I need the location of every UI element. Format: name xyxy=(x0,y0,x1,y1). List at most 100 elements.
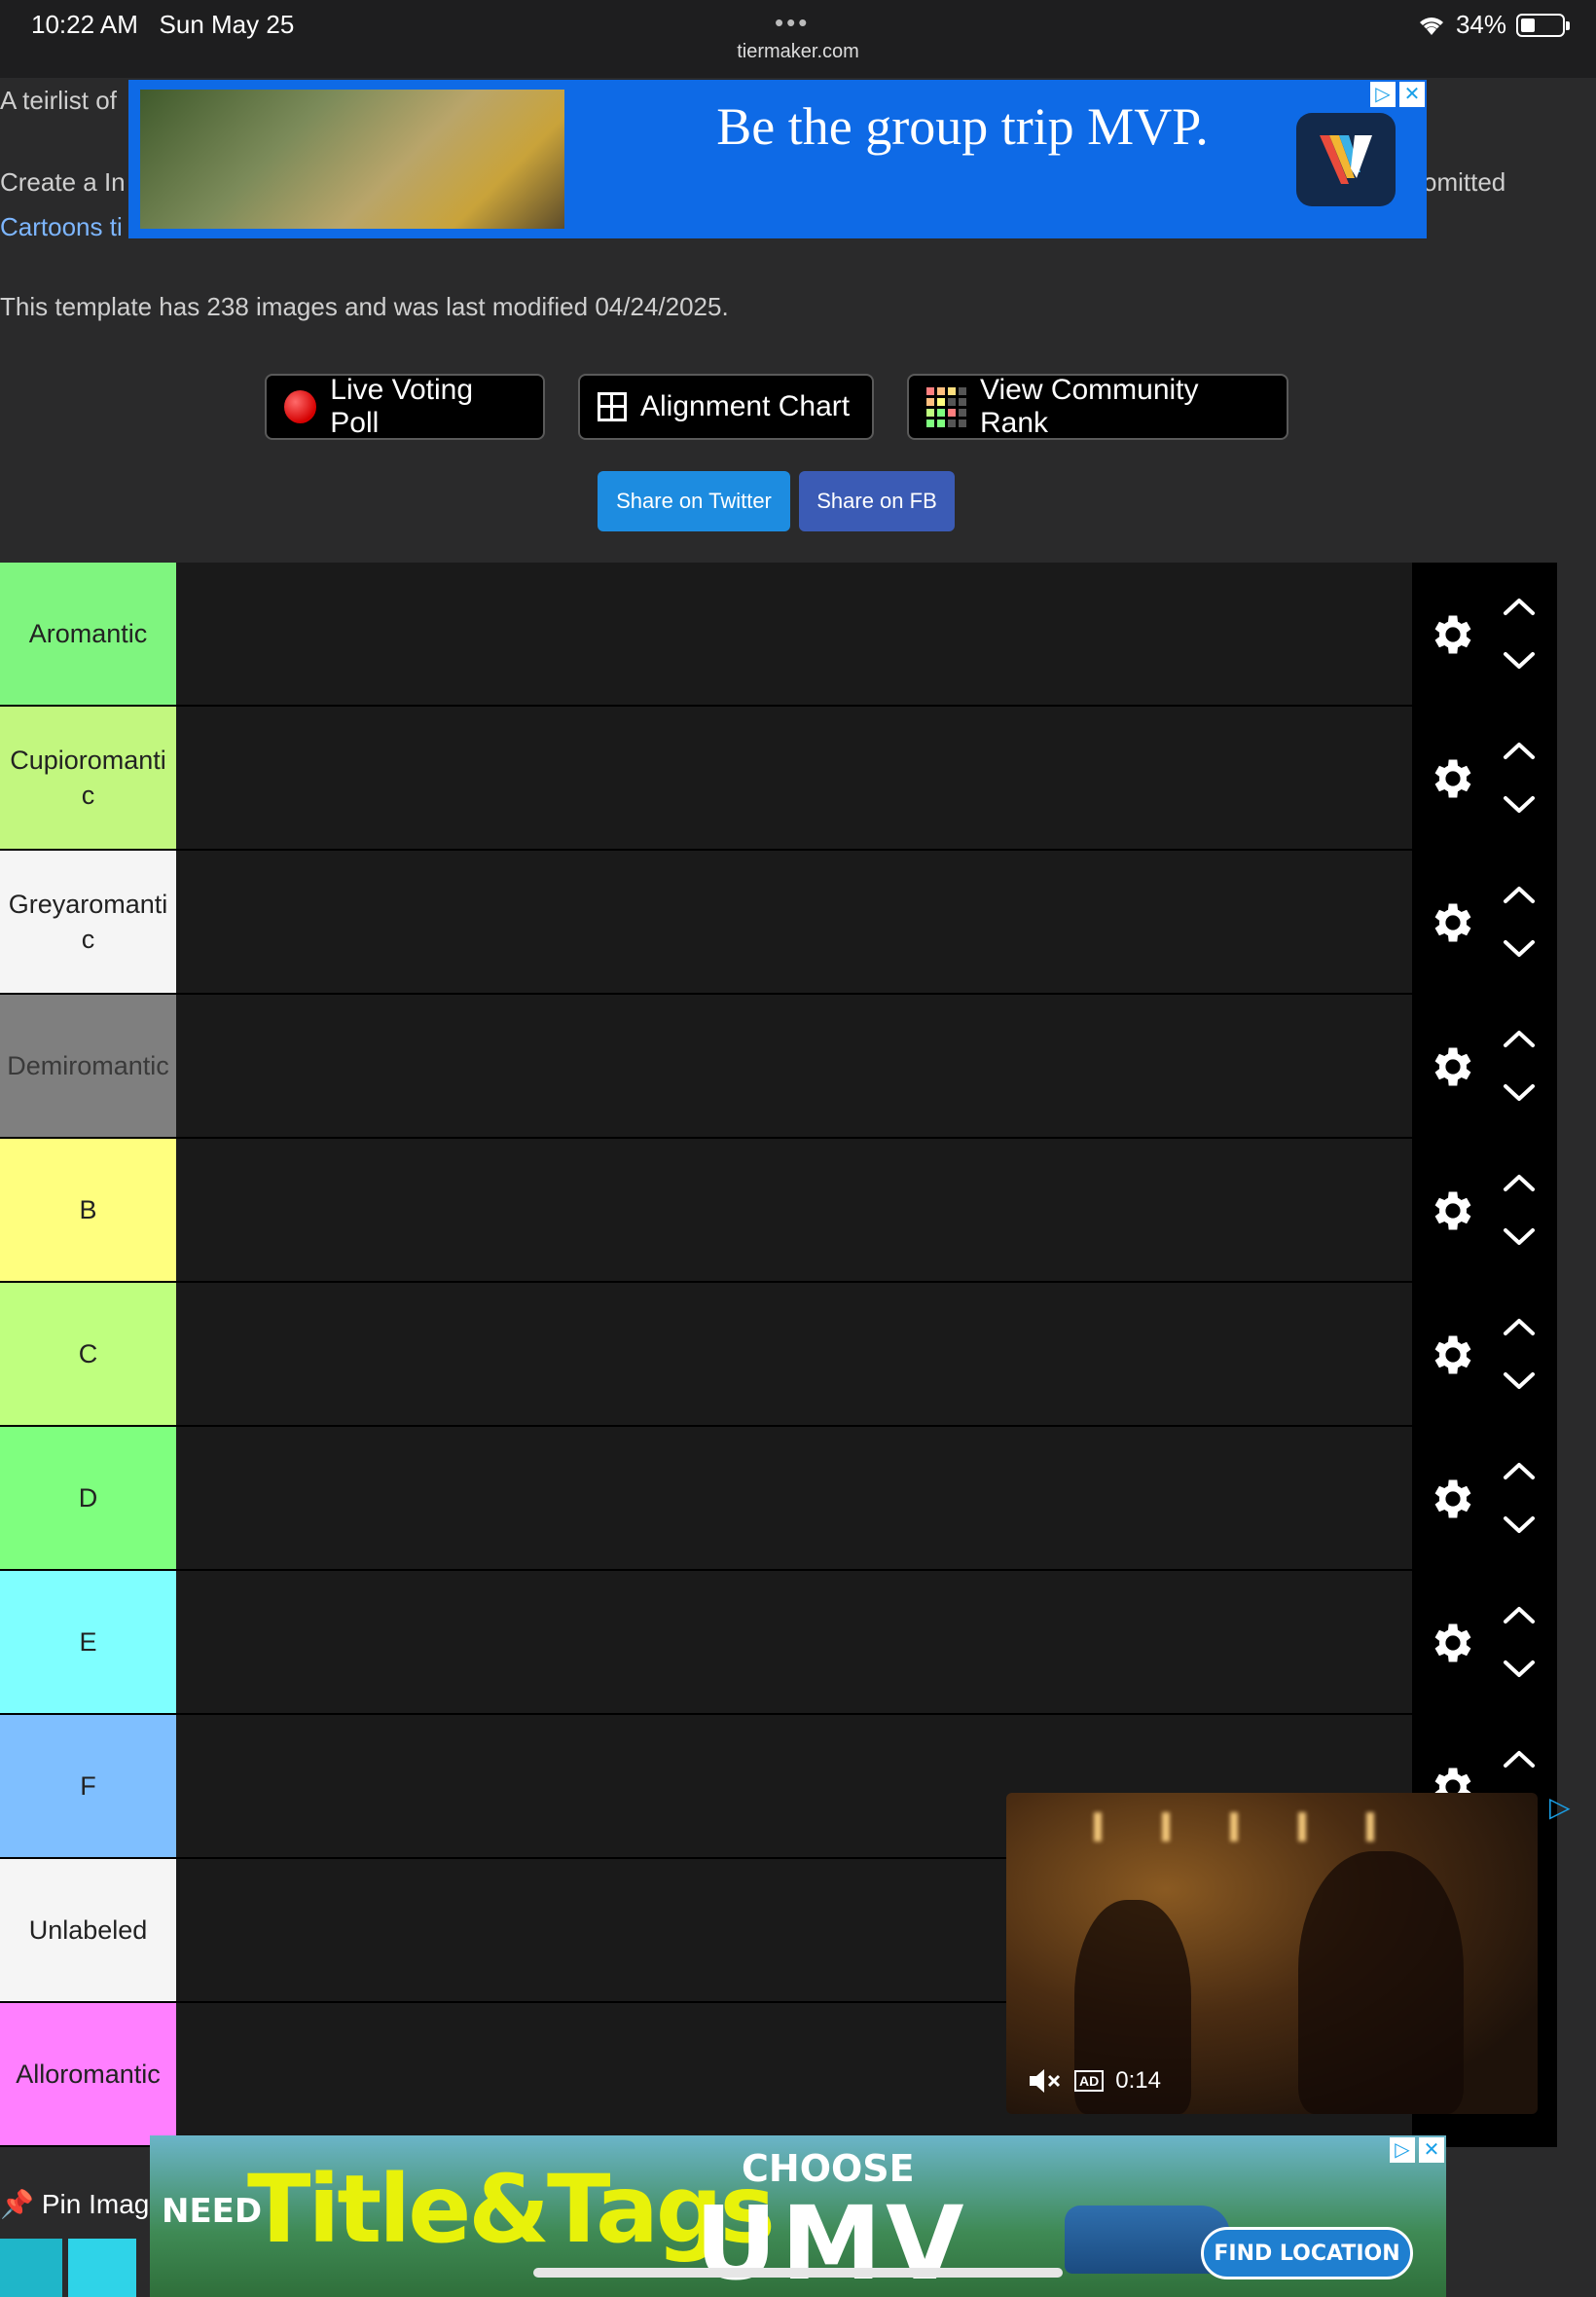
chevron-up-icon[interactable] xyxy=(1500,592,1539,621)
tier-drop-zone[interactable] xyxy=(176,707,1412,849)
adchoices-icon[interactable]: ▷ xyxy=(1370,82,1396,107)
intro-line-1: A teirlist of xyxy=(0,86,117,115)
adchoices-play-icon[interactable]: ▷ xyxy=(1549,1791,1571,1823)
tier-controls xyxy=(1412,1571,1557,1715)
bottom-ad-choices[interactable]: ▷ ✕ xyxy=(1390,2137,1444,2163)
tier-label[interactable]: F xyxy=(0,1715,176,1857)
gear-icon[interactable] xyxy=(1424,1470,1482,1528)
tier-label[interactable]: Demiromantic xyxy=(0,995,176,1137)
chevron-down-icon[interactable] xyxy=(1500,1222,1539,1252)
gear-icon[interactable] xyxy=(1424,749,1482,808)
video-figure-right xyxy=(1298,1851,1464,2114)
tier-label[interactable]: Unlabeled xyxy=(0,1859,176,2001)
chevron-down-icon[interactable] xyxy=(1500,934,1539,964)
tier-drop-zone[interactable] xyxy=(176,995,1412,1137)
ad-title-text: Title&Tags xyxy=(247,2155,776,2264)
find-location-button[interactable]: FIND LOCATION xyxy=(1201,2227,1413,2279)
gear-icon[interactable] xyxy=(1424,1038,1482,1096)
chevron-down-icon[interactable] xyxy=(1500,1511,1539,1540)
share-twitter-button[interactable]: Share on Twitter xyxy=(598,471,790,531)
tier-controls xyxy=(1412,563,1557,707)
tier-drop-zone[interactable] xyxy=(176,1571,1412,1713)
top-banner-ad[interactable]: Be the group trip MVP. ▷ ✕ xyxy=(128,80,1427,238)
mute-icon[interactable] xyxy=(1028,2067,1063,2095)
ad-photo xyxy=(140,90,564,229)
brand-v-icon xyxy=(1320,135,1372,184)
close-ad-icon[interactable]: ✕ xyxy=(1399,82,1425,107)
cartoons-link[interactable]: Cartoons ti xyxy=(0,212,123,242)
community-rank-label: View Community Rank xyxy=(980,374,1199,439)
tier-controls xyxy=(1412,707,1557,851)
chevron-down-icon[interactable] xyxy=(1500,1367,1539,1396)
chevron-up-icon[interactable] xyxy=(1500,1744,1539,1773)
status-bar: 10:22 AM Sun May 25 ••• tiermaker.com 34… xyxy=(0,0,1596,78)
wifi-icon xyxy=(1419,17,1443,35)
chevron-up-icon[interactable] xyxy=(1500,1168,1539,1197)
tier-row: D xyxy=(0,1427,1557,1571)
tier-label[interactable]: C xyxy=(0,1283,176,1425)
tier-controls xyxy=(1412,1427,1557,1571)
video-lights xyxy=(1065,1812,1434,1841)
pin-images-label: Pin Imag xyxy=(41,2188,150,2219)
alignment-chart-button[interactable]: Alignment Chart xyxy=(578,374,874,440)
alignment-chart-label: Alignment Chart xyxy=(640,390,851,422)
tier-label[interactable]: Aromantic xyxy=(0,563,176,705)
view-community-rank-button[interactable]: View Community Rank xyxy=(907,374,1288,440)
gear-icon[interactable] xyxy=(1424,1614,1482,1672)
template-info: This template has 238 images and was las… xyxy=(0,292,729,321)
more-dots-icon[interactable]: ••• xyxy=(775,8,810,38)
tier-controls xyxy=(1412,1139,1557,1283)
ad-choices[interactable]: ▷ ✕ xyxy=(1370,82,1425,107)
ad-headline: Be the group trip MVP. xyxy=(716,97,1209,156)
tier-label[interactable]: Cupioromantic xyxy=(0,707,176,849)
address-url[interactable]: tiermaker.com xyxy=(0,41,1596,63)
chevron-up-icon[interactable] xyxy=(1500,1600,1539,1629)
gear-icon[interactable] xyxy=(1424,893,1482,952)
image-thumbnail[interactable] xyxy=(0,2239,62,2297)
red-dot-icon xyxy=(284,390,317,423)
tier-label[interactable]: Alloromantic xyxy=(0,2003,176,2145)
tier-drop-zone[interactable] xyxy=(176,851,1412,993)
intro-line-2-suffix: omitted xyxy=(1423,167,1506,197)
tier-label[interactable]: Greyaromantic xyxy=(0,851,176,993)
chevron-down-icon[interactable] xyxy=(1500,1655,1539,1684)
status-time: 10:22 AM Sun May 25 xyxy=(31,10,295,39)
tier-label[interactable]: D xyxy=(0,1427,176,1569)
gear-icon[interactable] xyxy=(1424,605,1482,664)
tier-drop-zone[interactable] xyxy=(176,1139,1412,1281)
live-voting-poll-button[interactable]: Live Voting Poll xyxy=(265,374,545,440)
chevron-up-icon[interactable] xyxy=(1500,1024,1539,1053)
tier-controls xyxy=(1412,851,1557,995)
image-thumbnail[interactable] xyxy=(68,2239,136,2297)
tier-grid-icon xyxy=(926,386,966,427)
chevron-up-icon[interactable] xyxy=(1500,1312,1539,1341)
close-ad-icon[interactable]: ✕ xyxy=(1419,2137,1444,2163)
adchoices-icon[interactable]: ▷ xyxy=(1390,2137,1415,2163)
status-right: 34% xyxy=(1417,10,1570,40)
chevron-up-icon[interactable] xyxy=(1500,880,1539,909)
intro-line-2: Create a In xyxy=(0,167,126,197)
tier-label[interactable]: E xyxy=(0,1571,176,1713)
tier-label[interactable]: B xyxy=(0,1139,176,1281)
pin-images[interactable]: 📌 Pin Imag xyxy=(0,2188,149,2220)
chevron-down-icon[interactable] xyxy=(1500,1078,1539,1108)
ad-brand-text: UMV xyxy=(695,2184,968,2297)
tier-drop-zone[interactable] xyxy=(176,1283,1412,1425)
chevron-down-icon[interactable] xyxy=(1500,790,1539,820)
tier-controls xyxy=(1412,1283,1557,1427)
floating-video-ad[interactable]: AD 0:14 xyxy=(1006,1793,1538,2114)
tier-row: Cupioromantic xyxy=(0,707,1557,851)
ad-badge: AD xyxy=(1074,2070,1105,2092)
gear-icon[interactable] xyxy=(1424,1182,1482,1240)
chevron-up-icon[interactable] xyxy=(1500,736,1539,765)
gear-icon[interactable] xyxy=(1424,1326,1482,1384)
chevron-up-icon[interactable] xyxy=(1500,1456,1539,1485)
share-facebook-button[interactable]: Share on FB xyxy=(799,471,955,531)
tier-row: B xyxy=(0,1139,1557,1283)
chevron-down-icon[interactable] xyxy=(1500,646,1539,675)
tier-drop-zone[interactable] xyxy=(176,1427,1412,1569)
live-voting-label: Live Voting Poll xyxy=(330,374,474,439)
tier-drop-zone[interactable] xyxy=(176,563,1412,705)
video-time: 0:14 xyxy=(1115,2067,1161,2094)
home-indicator[interactable] xyxy=(533,2268,1063,2278)
